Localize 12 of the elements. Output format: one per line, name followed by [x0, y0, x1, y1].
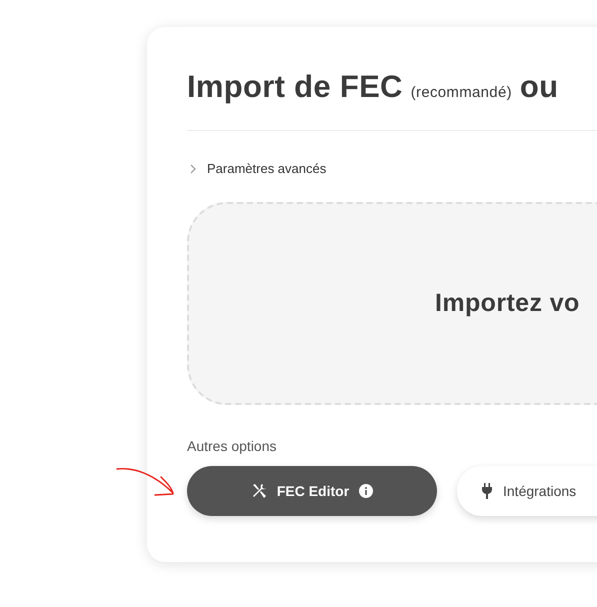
plug-icon	[481, 483, 493, 499]
section-label: Autres options	[187, 438, 278, 454]
advanced-settings-toggle[interactable]: Paramètres avancés	[207, 161, 326, 176]
title-tail: ou	[520, 69, 558, 105]
drop-zone-heading: Importez vo	[435, 289, 580, 318]
option-button[interactable]: FEC Editor	[187, 466, 437, 516]
title-note: (recommandé)	[410, 84, 512, 101]
drop-zone[interactable]: Importez vo	[187, 202, 597, 405]
option-button[interactable]: Intégrations	[457, 466, 597, 516]
info-icon[interactable]	[359, 484, 374, 498]
page-title: Import de FEC	[187, 69, 403, 105]
tools-icon	[250, 483, 267, 499]
